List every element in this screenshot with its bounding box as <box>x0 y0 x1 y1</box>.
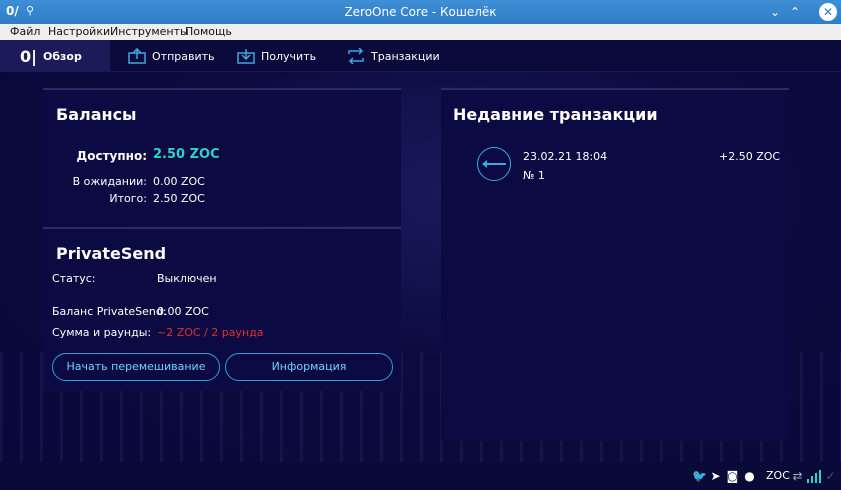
transaction-label: № 1 <box>523 169 545 182</box>
logo-icon: 0| <box>20 46 37 66</box>
tab-receive-label: Получить <box>261 49 317 63</box>
tab-receive[interactable]: Получить <box>237 40 316 72</box>
receive-icon <box>237 49 255 64</box>
privatesend-status-value: Выключен <box>157 272 217 285</box>
privatesend-panel: PrivateSend Статус: Выключен Баланс Priv… <box>43 227 401 391</box>
menu-settings[interactable]: Настройки <box>48 25 110 38</box>
window-title: ZeroOne Core - Кошелёк <box>344 5 497 19</box>
transaction-date: 23.02.21 18:04 <box>523 150 608 163</box>
total-label: Итого: <box>109 192 147 205</box>
connections-icon[interactable] <box>807 470 821 483</box>
send-icon <box>128 48 146 64</box>
toolbar: 0| Обзор Отправить Получить Транзакции <box>0 40 841 72</box>
tab-transactions-label: Транзакции <box>371 49 440 63</box>
privatesend-amount-value: ~2 ZOC / 2 раунда <box>157 326 264 339</box>
status-bar: 🐦 ➤ ◙ ● ZOC ⇄ ✓ <box>0 462 841 490</box>
overview-page: Балансы Доступно: 2.50 ZOC В ожидании: 0… <box>0 72 841 462</box>
menu-bar: Файл Настройки Инструменты Помощь <box>0 24 841 40</box>
window-title-bar: 0/ ⚲ ZeroOne Core - Кошелёк ⌄ ⌃ ✕ <box>0 0 841 24</box>
info-button[interactable]: Информация <box>225 353 393 381</box>
tab-send-label: Отправить <box>152 49 215 63</box>
balances-panel: Балансы Доступно: 2.50 ZOC В ожидании: 0… <box>43 88 401 226</box>
transactions-icon <box>348 48 364 64</box>
github-icon[interactable]: ● <box>743 470 756 483</box>
balances-title: Балансы <box>56 105 137 124</box>
available-value: 2.50 ZOC <box>153 147 220 162</box>
tab-send[interactable]: Отправить <box>128 40 215 72</box>
start-mixing-button[interactable]: Начать перемешивание <box>52 353 220 381</box>
sync-check-icon: ✓ <box>825 469 836 483</box>
recent-transactions-panel: Недавние транзакции 23.02.21 18:04 +2.50… <box>441 88 789 441</box>
privatesend-status-label: Статус: <box>52 272 96 285</box>
privatesend-balance-label: Баланс PrivateSend: <box>52 305 167 318</box>
incoming-arrow-icon <box>477 147 511 181</box>
tab-transactions[interactable]: Транзакции <box>347 40 440 72</box>
recent-transactions-title: Недавние транзакции <box>453 105 658 124</box>
total-value: 2.50 ZOC <box>153 192 205 205</box>
telegram-icon[interactable]: ➤ <box>709 470 722 483</box>
unit-label[interactable]: ZOC <box>766 469 790 482</box>
tab-overview-label: Обзор <box>42 49 82 63</box>
menu-tools[interactable]: Инструменты <box>110 25 189 38</box>
menu-file[interactable]: Файл <box>10 25 40 38</box>
privatesend-title: PrivateSend <box>56 244 167 263</box>
transaction-amount: +2.50 ZOC <box>719 150 781 163</box>
discord-icon[interactable]: ◙ <box>726 470 739 483</box>
menu-help[interactable]: Помощь <box>185 25 232 38</box>
pending-value: 0.00 ZOC <box>153 175 205 188</box>
privatesend-amount-label: Сумма и раунды: <box>52 326 152 339</box>
privatesend-balance-value: 0.00 ZOC <box>157 305 209 318</box>
tab-overview[interactable]: 0| Обзор <box>0 40 110 72</box>
network-icon: ⇄ <box>792 469 803 483</box>
maximize-icon[interactable]: ⌃ <box>786 3 804 21</box>
close-icon[interactable]: ✕ <box>819 3 837 21</box>
pending-label: В ожидании: <box>72 175 147 188</box>
available-label: Доступно: <box>76 149 147 163</box>
minimize-icon[interactable]: ⌄ <box>766 3 784 21</box>
twitter-icon[interactable]: 🐦 <box>692 470 707 483</box>
